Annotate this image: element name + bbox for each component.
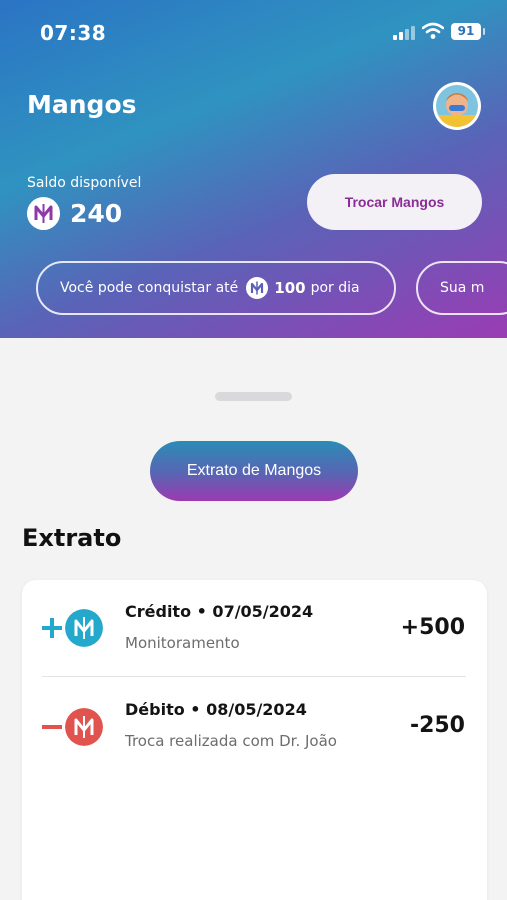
- trade-mangos-button[interactable]: Trocar Mangos: [307, 174, 482, 230]
- transaction-amount: -250: [409, 713, 465, 738]
- transaction-amount: +500: [400, 615, 465, 640]
- pill-amount: 100: [274, 279, 306, 297]
- status-bar: 07:38 91: [0, 0, 507, 66]
- balance-row: 240: [27, 196, 122, 230]
- wifi-icon: [421, 22, 445, 40]
- mango-coin-icon: [246, 277, 269, 299]
- transaction-row-debit[interactable]: Débito • 08/05/2024 Troca realizada com …: [22, 676, 487, 772]
- info-pill-next[interactable]: Sua m: [416, 261, 507, 315]
- transaction-row-credit[interactable]: Crédito • 07/05/2024 Monitoramento +500: [22, 580, 487, 676]
- signal-icon: [393, 26, 417, 40]
- mango-coin-icon: [65, 609, 103, 647]
- mango-coin-icon: [27, 196, 60, 230]
- transaction-title: Crédito • 07/05/2024: [125, 602, 314, 621]
- pill-text: Sua m: [440, 280, 485, 296]
- info-pill-daily-limit[interactable]: Você pode conquistar até 100 por dia: [36, 261, 396, 315]
- plus-icon: [42, 618, 62, 638]
- transactions-card: Crédito • 07/05/2024 Monitoramento +500 …: [22, 580, 487, 900]
- balance-label: Saldo disponível: [27, 175, 142, 191]
- user-avatar-icon: [436, 85, 478, 127]
- pill-prefix: Você pode conquistar até: [60, 280, 239, 296]
- section-title: Extrato: [22, 524, 122, 552]
- minus-icon: [42, 725, 62, 729]
- transaction-subtitle: Monitoramento: [125, 634, 240, 652]
- balance-value: 240: [70, 198, 123, 228]
- page-title: Mangos: [27, 90, 137, 119]
- battery-icon: 91: [451, 23, 485, 40]
- transaction-subtitle: Troca realizada com Dr. João: [125, 732, 337, 750]
- mango-coin-icon: [65, 708, 103, 746]
- drag-handle[interactable]: [215, 392, 292, 401]
- avatar[interactable]: [433, 82, 481, 130]
- status-time: 07:38: [40, 21, 107, 45]
- statement-button[interactable]: Extrato de Mangos: [150, 441, 358, 501]
- transaction-title: Débito • 08/05/2024: [125, 700, 307, 719]
- header: 07:38 91 Mangos Saldo disponível 240 Tro…: [0, 0, 507, 338]
- pill-suffix: por dia: [310, 280, 360, 296]
